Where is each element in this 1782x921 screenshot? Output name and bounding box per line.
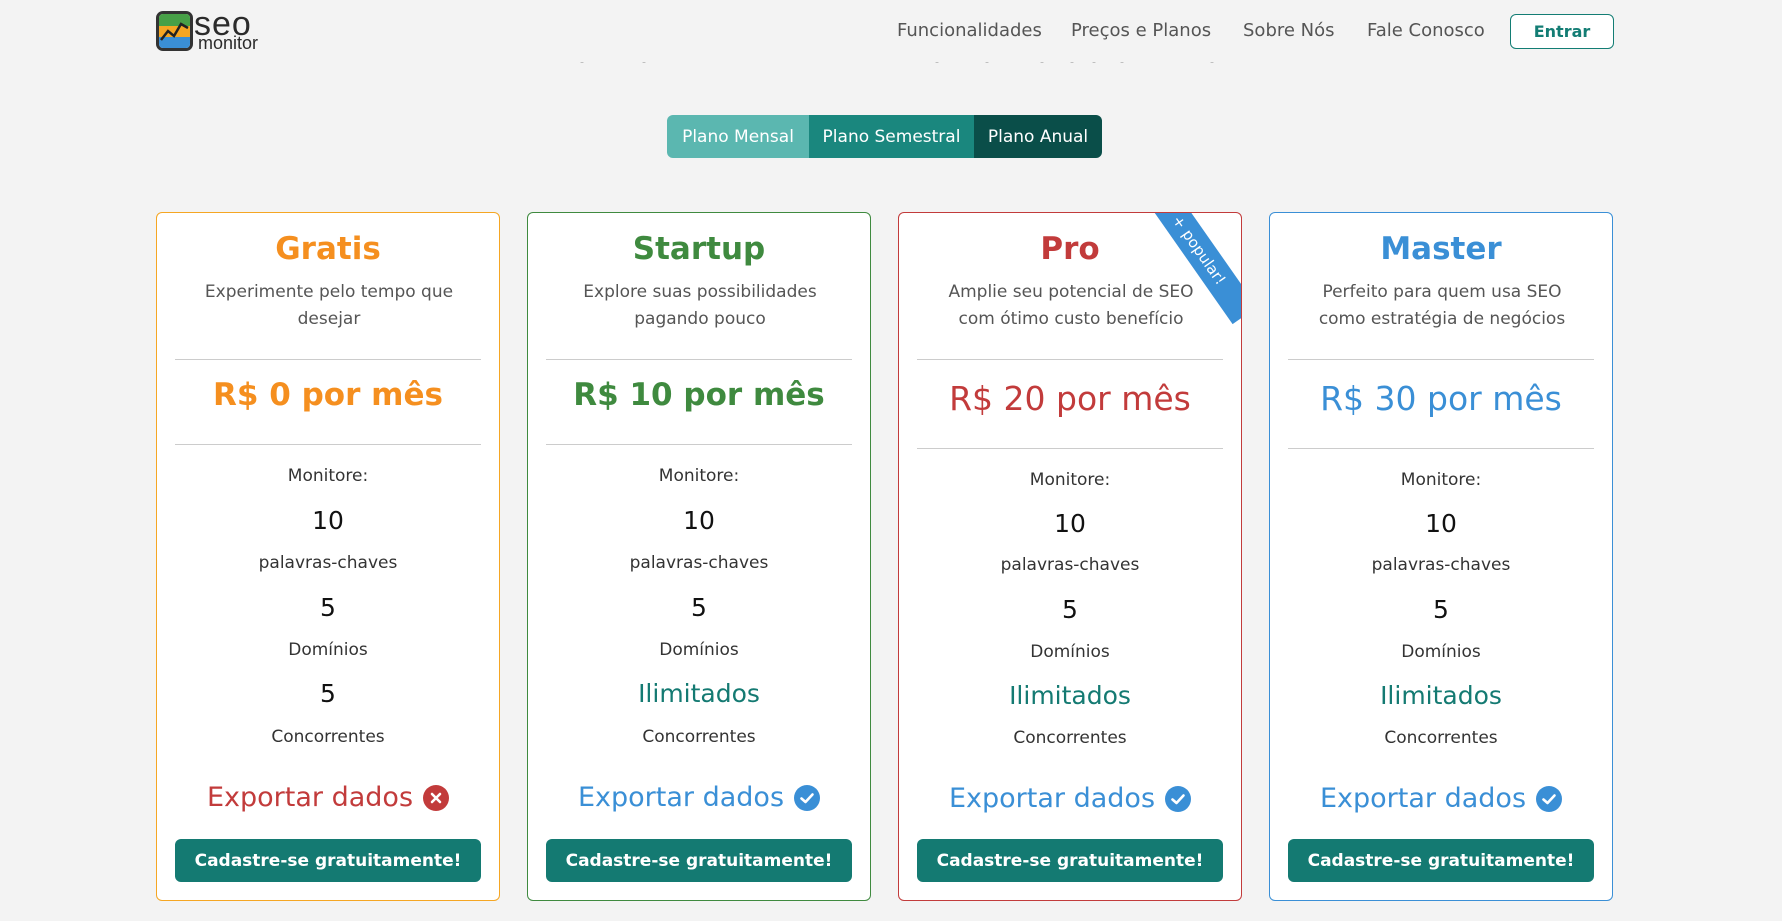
logo-text-monitor: monitor	[198, 33, 259, 53]
divider	[1288, 359, 1594, 360]
check-circle-icon	[794, 784, 821, 811]
keywords-value: 10	[683, 506, 715, 535]
export-row: Exportar dados	[157, 782, 499, 813]
keywords-value: 10	[312, 506, 344, 535]
login-button[interactable]: Entrar	[1510, 14, 1614, 49]
signup-button[interactable]: Cadastre-se gratuitamente!	[1288, 839, 1594, 882]
brand-logo[interactable]: seo monitor	[156, 5, 276, 53]
domains-value: 5	[320, 593, 336, 622]
divider	[175, 444, 481, 445]
plan-price: R$ 10 por mês	[573, 377, 825, 413]
keywords-label: palavras-chaves	[1000, 555, 1140, 575]
competitors-value: Ilimitados	[1380, 681, 1502, 710]
plan-title: Master	[1380, 231, 1502, 267]
site-header: seo monitor Funcionalidades Preços e Pla…	[0, 0, 1782, 62]
domains-value: 5	[1433, 595, 1449, 624]
plan-price: R$ 20 por mês	[949, 379, 1191, 418]
divider	[175, 359, 481, 360]
export-label: Exportar dados	[948, 783, 1156, 814]
divider	[546, 359, 852, 360]
keywords-label: palavras-chaves	[629, 553, 769, 573]
toggle-monthly[interactable]: Plano Mensal	[667, 115, 809, 158]
plan-card-gratis: Gratis Experimente pelo tempo que deseja…	[156, 212, 500, 901]
plan-description: Experimente pelo tempo que desejar	[204, 282, 454, 329]
logo-chart-icon	[156, 11, 193, 51]
domains-label: Domínios	[288, 640, 368, 660]
monitor-label: Monitore:	[1400, 470, 1482, 490]
domains-label: Domínios	[659, 640, 739, 660]
export-label: Exportar dados	[1319, 783, 1527, 814]
signup-button[interactable]: Cadastre-se gratuitamente!	[175, 839, 481, 882]
toggle-annual[interactable]: Plano Anual	[974, 115, 1102, 158]
close-circle-icon	[423, 784, 450, 811]
domains-value: 5	[691, 593, 707, 622]
competitors-label: Concorrentes	[1384, 728, 1498, 748]
plan-title: Startup	[632, 231, 766, 267]
signup-button[interactable]: Cadastre-se gratuitamente!	[546, 839, 852, 882]
plan-description: Amplie seu potencial de SEO com ótimo cu…	[948, 282, 1194, 329]
keywords-label: palavras-chaves	[258, 553, 398, 573]
competitors-value: Ilimitados	[638, 679, 760, 708]
nav-sobre-nos[interactable]: Sobre Nós	[1243, 20, 1335, 41]
competitors-value: Ilimitados	[1009, 681, 1131, 710]
export-label: Exportar dados	[577, 782, 785, 813]
domains-label: Domínios	[1030, 642, 1110, 662]
monitor-label: Monitore:	[658, 466, 740, 486]
check-circle-icon	[1536, 785, 1563, 812]
keywords-label: palavras-chaves	[1371, 555, 1511, 575]
billing-period-toggle: Plano Mensal Plano Semestral Plano Anual	[667, 115, 1102, 158]
toggle-semiannual[interactable]: Plano Semestral	[809, 115, 974, 158]
export-row: Exportar dados	[899, 783, 1241, 814]
plan-card-startup: Startup Explore suas possibilidades paga…	[527, 212, 871, 901]
competitors-label: Concorrentes	[642, 727, 756, 747]
signup-button[interactable]: Cadastre-se gratuitamente!	[917, 839, 1223, 882]
competitors-value: 5	[320, 679, 336, 708]
divider	[917, 359, 1223, 360]
divider	[917, 448, 1223, 449]
divider	[1288, 448, 1594, 449]
nav-funcionalidades[interactable]: Funcionalidades	[897, 20, 1042, 41]
plan-description: Explore suas possibilidades pagando pouc…	[583, 282, 817, 329]
export-row: Exportar dados	[1270, 783, 1612, 814]
export-row: Exportar dados	[528, 782, 870, 813]
export-label: Exportar dados	[206, 782, 414, 813]
plan-description: Perfeito para quem usa SEO como estratég…	[1318, 282, 1566, 329]
keywords-value: 10	[1425, 509, 1457, 538]
plan-title: Gratis	[275, 231, 381, 267]
keywords-value: 10	[1054, 509, 1086, 538]
plan-price: R$ 0 por mês	[213, 377, 443, 413]
plan-card-pro: + popular! Pro Amplie seu potencial de S…	[898, 212, 1242, 901]
monitor-label: Monitore:	[1029, 470, 1111, 490]
check-circle-icon	[1165, 785, 1192, 812]
plan-title: Pro	[1040, 231, 1100, 267]
competitors-label: Concorrentes	[271, 727, 385, 747]
nav-fale-conosco[interactable]: Fale Conosco	[1367, 20, 1485, 41]
monitor-label: Monitore:	[287, 466, 369, 486]
domains-value: 5	[1062, 595, 1078, 624]
divider	[546, 444, 852, 445]
domains-label: Domínios	[1401, 642, 1481, 662]
plan-card-master: Master Perfeito para quem usa SEO como e…	[1269, 212, 1613, 901]
plan-price: R$ 30 por mês	[1320, 379, 1562, 418]
competitors-label: Concorrentes	[1013, 728, 1127, 748]
nav-precos-e-planos[interactable]: Preços e Planos	[1071, 20, 1211, 41]
